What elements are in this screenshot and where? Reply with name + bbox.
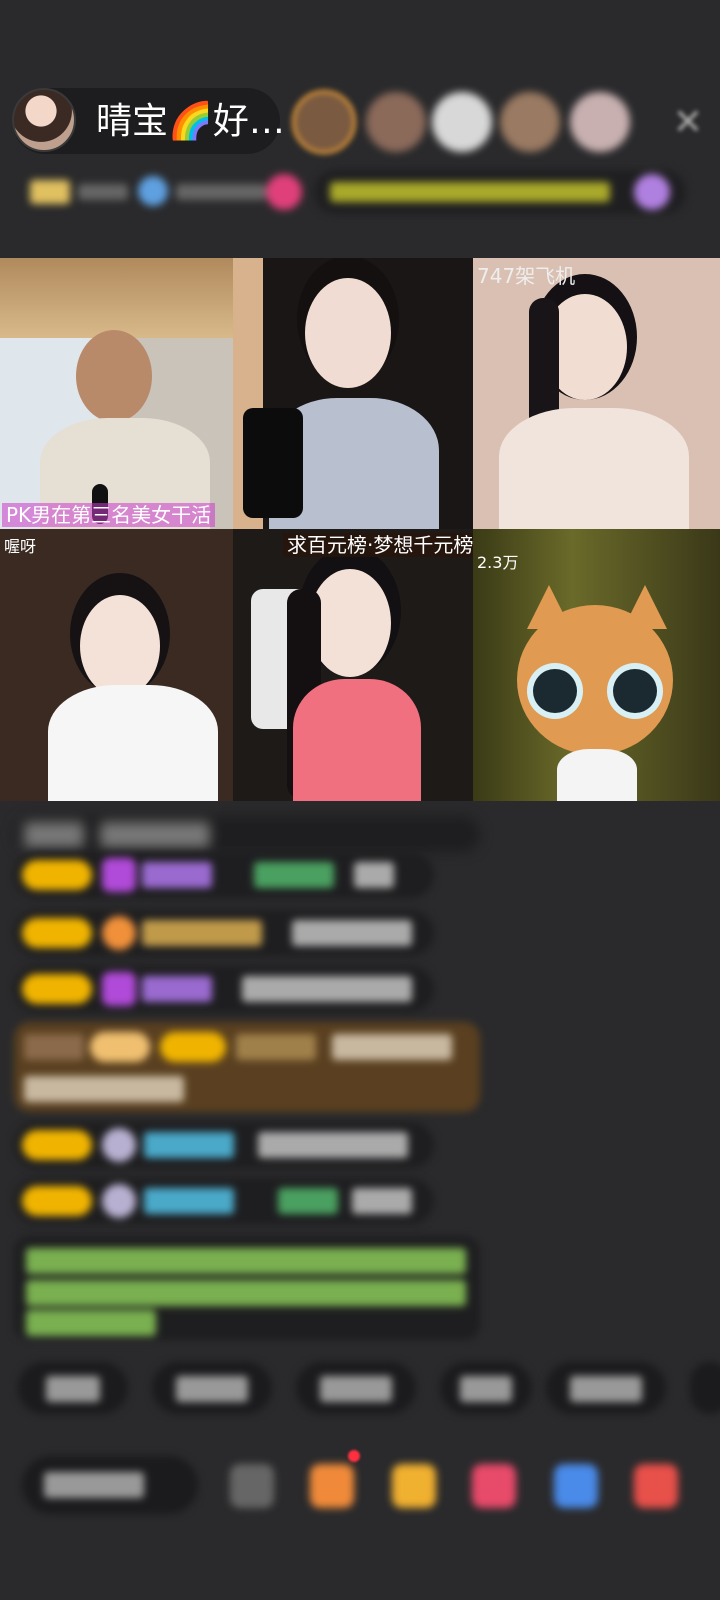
chat-message[interactable] <box>14 910 434 956</box>
rank-ribbon[interactable] <box>22 172 132 212</box>
heart-gift-icon[interactable] <box>472 1464 516 1508</box>
person-head <box>305 278 391 388</box>
person-head <box>309 569 391 677</box>
fans-club-ribbon[interactable] <box>136 172 306 212</box>
chat-message[interactable] <box>14 852 434 898</box>
video-tile[interactable]: 求百元榜·梦想千元榜 <box>233 529 473 801</box>
more-icon[interactable] <box>634 1464 678 1508</box>
quick-reply[interactable] <box>296 1362 416 1414</box>
chat-message[interactable] <box>14 1122 434 1168</box>
microphone <box>243 408 303 518</box>
close-icon[interactable]: ✕ <box>666 100 710 144</box>
viewer-avatar[interactable] <box>570 92 630 152</box>
comment-input[interactable] <box>22 1456 198 1514</box>
host-avatar[interactable] <box>12 88 76 152</box>
video-tile[interactable]: 2.3万 <box>473 529 720 801</box>
video-tile[interactable]: 747架飞机 <box>473 258 720 529</box>
chat-message[interactable] <box>14 966 434 1012</box>
cat-eye <box>533 669 577 713</box>
chat-message-highlighted[interactable] <box>14 1022 480 1112</box>
viewer-avatar[interactable] <box>366 92 426 152</box>
person-body <box>293 679 421 801</box>
cat-ear <box>527 585 571 629</box>
video-tile[interactable] <box>233 258 473 529</box>
person-head <box>80 595 160 697</box>
viewer-avatar[interactable] <box>292 90 356 154</box>
quick-reply[interactable] <box>18 1362 128 1414</box>
host-name[interactable]: 晴宝🌈好… <box>96 100 285 144</box>
tile-label: 747架飞机 <box>477 264 576 288</box>
tile-label: 喔呀 <box>4 537 37 556</box>
chat-message[interactable] <box>14 816 480 852</box>
viewer-avatar[interactable] <box>500 92 560 152</box>
tile-label: 2.3万 <box>477 553 519 572</box>
system-notice <box>14 1236 480 1340</box>
notice-ribbon[interactable] <box>314 170 686 214</box>
video-tile[interactable]: PK男在第三名美女干活 <box>0 258 233 529</box>
notification-dot <box>348 1450 360 1462</box>
quick-reply[interactable] <box>152 1362 272 1414</box>
tile-label: 求百元榜·梦想千元榜 <box>283 533 473 557</box>
cat-eye <box>613 669 657 713</box>
gift-box-icon[interactable] <box>310 1464 354 1508</box>
cat-ear <box>623 585 667 629</box>
share-icon[interactable] <box>554 1464 598 1508</box>
emoji-icon[interactable] <box>230 1464 274 1508</box>
chat-message[interactable] <box>14 1178 434 1224</box>
treasure-icon[interactable] <box>392 1464 436 1508</box>
quick-reply[interactable] <box>546 1362 666 1414</box>
ceiling <box>0 258 233 338</box>
person-body <box>48 685 218 801</box>
video-tile[interactable]: 喔呀 <box>0 529 233 801</box>
tile-label: PK男在第三名美女干活 <box>2 503 216 527</box>
person-head <box>76 330 152 422</box>
cat-body <box>557 749 637 801</box>
viewer-avatar[interactable] <box>432 92 492 152</box>
person-body <box>499 408 689 529</box>
quick-reply[interactable] <box>690 1362 720 1414</box>
quick-reply[interactable] <box>440 1362 532 1414</box>
